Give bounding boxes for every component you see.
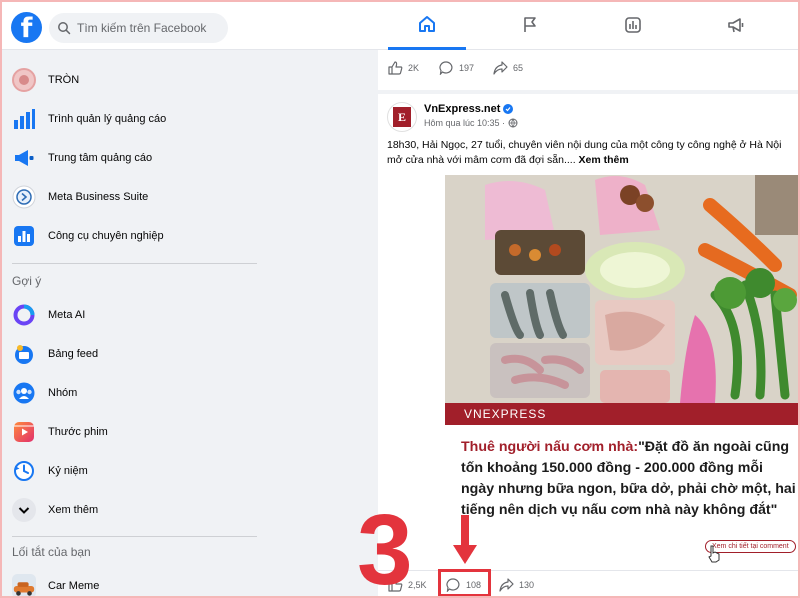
tab-home[interactable] — [388, 0, 466, 50]
post-image[interactable]: VNEXPRESS Thuê người nấu cơm nhà:"Đặt đồ… — [445, 175, 800, 570]
headline-lead: Thuê người nấu cơm nhà: — [461, 439, 639, 455]
sidebar-divider — [12, 263, 257, 264]
suggestions-heading: Gợi ý — [12, 274, 42, 288]
top-navigation-bar: f — [0, 0, 800, 50]
comment-button[interactable]: 197 — [439, 61, 474, 75]
megaphone-icon — [728, 18, 744, 33]
sidebar-item-car-meme[interactable]: Car Meme — [12, 568, 257, 598]
sidebar-item-label: TRÒN — [48, 74, 80, 86]
share-icon — [493, 61, 508, 75]
groceries-photo — [445, 175, 800, 403]
reels-icon — [12, 420, 36, 444]
search-box[interactable] — [49, 13, 228, 43]
verified-badge-icon — [503, 104, 514, 114]
sidebar-item-label: Bảng feed — [48, 348, 99, 360]
car-meme-avatar — [12, 574, 36, 598]
sidebar-item-label: Car Meme — [48, 580, 100, 592]
sidebar-item-label: Xem thêm — [48, 504, 99, 516]
sidebar-item-groups[interactable]: Nhóm — [12, 375, 257, 411]
page-avatar[interactable]: E — [387, 102, 417, 132]
arrow-down-icon — [453, 515, 477, 564]
search-icon — [58, 22, 71, 35]
comment-count: 197 — [459, 63, 475, 73]
sidebar-item-memories[interactable]: Kỷ niệm — [12, 453, 257, 489]
sidebar-item-label: Trung tâm quảng cáo — [48, 152, 153, 164]
step-number-annotation: 3 — [357, 494, 413, 598]
professional-tools-icon — [12, 224, 36, 248]
groups-icon — [12, 381, 36, 405]
tab-pages[interactable] — [491, 0, 569, 50]
meta-ai-icon — [12, 303, 36, 327]
ads-manager-icon — [12, 107, 36, 131]
ad-center-icon — [12, 146, 36, 170]
memories-icon — [12, 459, 36, 483]
like-icon — [388, 61, 403, 75]
search-input[interactable] — [77, 21, 217, 35]
sidebar-item-professional-tools[interactable]: Công cụ chuyên nghiệp — [12, 218, 257, 254]
comment-highlight-box — [438, 569, 491, 597]
profile-avatar — [12, 68, 36, 92]
sidebar-item-feed[interactable]: Bảng feed — [12, 336, 257, 372]
share-button[interactable]: 65 — [493, 61, 523, 75]
shortcuts-heading: Lối tắt của bạn — [12, 545, 91, 559]
tab-ads[interactable] — [697, 0, 775, 50]
facebook-logo[interactable]: f — [11, 12, 42, 43]
post-text: 18h30, Hải Ngọc, 27 tuổi, chuyên viên nộ… — [387, 138, 800, 168]
see-more-link[interactable]: Xem thêm — [579, 154, 629, 166]
sidebar-item-ad-center[interactable]: Trung tâm quảng cáo — [12, 140, 257, 176]
sidebar-item-profile[interactable]: TRÒN — [12, 62, 257, 98]
page-name-link[interactable]: VnExpress.net — [424, 103, 514, 115]
post-card: E VnExpress.net Hôm qua lúc 10:35 · 18h3… — [378, 94, 800, 598]
business-suite-icon — [12, 185, 36, 209]
sidebar-item-label: Trình quản lý quảng cáo — [48, 113, 167, 125]
sidebar-item-reels[interactable]: Thước phim — [12, 414, 257, 450]
image-headline: Thuê người nấu cơm nhà:"Đặt đồ ăn ngoài … — [461, 437, 796, 521]
post-time-text: Hôm qua lúc 10:35 · — [424, 118, 506, 128]
flag-icon — [524, 17, 536, 32]
sidebar-item-label: Kỷ niệm — [48, 465, 88, 477]
vnexpress-logo-icon: E — [393, 107, 411, 127]
page-name: VnExpress.net — [424, 103, 501, 115]
chevron-down-icon — [12, 498, 36, 522]
tab-insights[interactable] — [594, 0, 672, 50]
sidebar-divider — [12, 536, 257, 537]
like-count: 2K — [408, 63, 420, 73]
like-button[interactable]: 2K — [388, 61, 419, 75]
sidebar-item-see-more[interactable]: Xem thêm — [12, 492, 257, 528]
globe-icon — [508, 118, 518, 128]
sidebar-item-label: Meta AI — [48, 309, 86, 321]
sidebar-item-meta-ai[interactable]: Meta AI — [12, 297, 257, 333]
home-icon — [419, 15, 435, 32]
comment-icon — [439, 61, 453, 75]
sidebar-item-label: Nhóm — [48, 387, 78, 399]
share-count: 130 — [519, 580, 535, 590]
share-button[interactable]: 130 — [499, 578, 534, 592]
share-count: 65 — [513, 63, 524, 73]
vnexpress-brand-text: VNEXPRESS — [464, 407, 547, 421]
post-timestamp[interactable]: Hôm qua lúc 10:35 · — [424, 118, 518, 128]
sidebar-item-label: Công cụ chuyên nghiệp — [48, 230, 164, 242]
cursor-hand-icon — [708, 545, 720, 563]
insights-icon — [625, 17, 641, 33]
news-feed: 2K 197 65 E VnExpress.net Hôm qua lúc 10… — [270, 48, 800, 598]
vnexpress-banner: VNEXPRESS — [445, 403, 800, 425]
sidebar-item-business-suite[interactable]: Meta Business Suite — [12, 179, 257, 215]
feed-icon — [12, 342, 36, 366]
share-icon — [499, 578, 514, 592]
left-sidebar: TRÒN Trình quản lý quảng cáo Trung tâm q… — [0, 50, 270, 598]
sidebar-item-label: Thước phim — [48, 426, 108, 438]
previous-post-card: 2K 197 65 — [378, 48, 800, 90]
sidebar-item-ads-manager[interactable]: Trình quản lý quảng cáo — [12, 101, 257, 137]
sidebar-item-label: Meta Business Suite — [48, 191, 149, 203]
